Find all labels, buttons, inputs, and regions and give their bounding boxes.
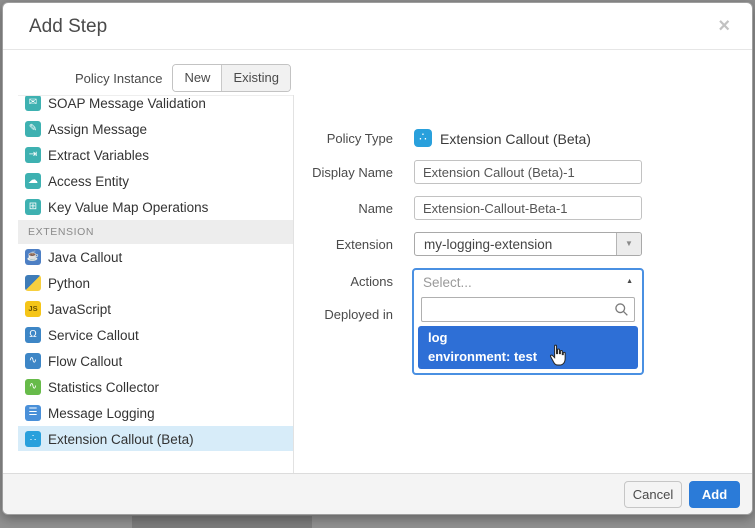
actions-dropdown: Select... ▲ logenvironment: test: [412, 268, 644, 375]
sidebar-item-label: Access Entity: [48, 174, 129, 189]
sidebar-item-label: Service Callout: [48, 328, 139, 343]
policy-instance-label: Policy Instance: [75, 71, 162, 86]
key-value-map-operations-icon: ⊞: [25, 199, 41, 215]
dialog-title: Add Step: [29, 16, 107, 38]
sidebar-item-label: Extract Variables: [48, 148, 149, 163]
sidebar-item-label: Assign Message: [48, 122, 147, 137]
sidebar-item-java-callout[interactable]: ☕ Java Callout: [18, 244, 293, 270]
sidebar-item-extension-callout-beta[interactable]: ∴ Extension Callout (Beta): [18, 426, 293, 451]
sidebar-item-label: Key Value Map Operations: [48, 200, 208, 215]
dialog-footer: Cancel Add: [3, 473, 752, 514]
add-step-dialog: Add Step × Policy Instance New Existing …: [2, 2, 753, 515]
message-logging-icon: ☰: [25, 405, 41, 421]
display-name-label: Display Name: [298, 165, 393, 180]
sidebar-item-javascript[interactable]: JS JavaScript: [18, 296, 293, 322]
sidebar-item-flow-callout[interactable]: ∿ Flow Callout: [18, 348, 293, 374]
sidebar-item-label: JavaScript: [48, 302, 111, 317]
flow-callout-icon: ∿: [25, 353, 41, 369]
extension-select-value: my-logging-extension: [424, 237, 552, 252]
actions-select-placeholder: Select...: [423, 275, 472, 290]
extension-select[interactable]: my-logging-extension ▼: [414, 232, 642, 256]
sidebar-item-label: Python: [48, 276, 90, 291]
policy-instance-row: Policy Instance New Existing: [75, 64, 291, 92]
sidebar-section-extension: EXTENSION: [18, 220, 293, 244]
panel-divider: [293, 95, 294, 477]
search-icon: [614, 302, 629, 317]
javascript-icon: JS: [25, 301, 41, 317]
policy-type-value: Extension Callout (Beta): [440, 131, 591, 147]
close-icon[interactable]: ×: [718, 13, 730, 39]
add-button[interactable]: Add: [689, 481, 740, 508]
display-name-input[interactable]: [414, 160, 642, 184]
sidebar-item-label: Flow Callout: [48, 354, 122, 369]
python-icon: [25, 275, 41, 291]
sidebar-item-assign-message[interactable]: ✎ Assign Message: [18, 116, 293, 142]
actions-search-input[interactable]: [421, 297, 635, 322]
sidebar-item-statistics-collector[interactable]: ∿ Statistics Collector: [18, 374, 293, 400]
sidebar-item-service-callout[interactable]: Ω Service Callout: [18, 322, 293, 348]
sidebar-item-key-value-map-operations[interactable]: ⊞ Key Value Map Operations: [18, 194, 293, 220]
extension-callout-icon: ∴: [414, 129, 432, 147]
actions-label: Actions: [298, 274, 393, 289]
soap-message-validation-icon: ✉: [25, 95, 41, 111]
deployed-in-label: Deployed in: [298, 307, 393, 322]
dialog-header: Add Step ×: [3, 3, 752, 50]
name-input[interactable]: [414, 196, 642, 220]
policy-type-list: ✉ SOAP Message Validation ✎ Assign Message ⇥…: [18, 95, 293, 451]
extension-callout-icon: ∴: [25, 431, 41, 447]
sidebar-item-message-logging[interactable]: ☰ Message Logging: [18, 400, 293, 426]
sidebar-item-soap-message-validation[interactable]: ✉ SOAP Message Validation: [18, 95, 293, 116]
name-label: Name: [298, 201, 393, 216]
policy-instance-new-button[interactable]: New: [173, 65, 221, 91]
sidebar-item-label: SOAP Message Validation: [48, 96, 206, 111]
java-callout-icon: ☕: [25, 249, 41, 265]
sidebar-item-label: Message Logging: [48, 406, 155, 421]
policy-instance-toggle: New Existing: [172, 64, 291, 92]
actions-option[interactable]: environment: test: [418, 347, 638, 366]
extract-variables-icon: ⇥: [25, 147, 41, 163]
sidebar-item-label: Extension Callout (Beta): [48, 432, 194, 447]
hand-cursor-icon: [546, 344, 569, 367]
policy-instance-existing-button[interactable]: Existing: [221, 65, 290, 91]
background-page-strip: [132, 516, 312, 528]
sidebar-item-access-entity[interactable]: ☁ Access Entity: [18, 168, 293, 194]
extension-label: Extension: [298, 237, 393, 252]
sidebar-item-label: Java Callout: [48, 250, 122, 265]
sidebar-item-extract-variables[interactable]: ⇥ Extract Variables: [18, 142, 293, 168]
actions-option[interactable]: log: [418, 328, 638, 347]
chevron-up-icon: ▲: [626, 278, 633, 285]
statistics-collector-icon: ∿: [25, 379, 41, 395]
assign-message-icon: ✎: [25, 121, 41, 137]
chevron-down-icon[interactable]: ▼: [616, 233, 641, 255]
service-callout-icon: Ω: [25, 327, 41, 343]
access-entity-icon: ☁: [25, 173, 41, 189]
actions-select[interactable]: Select... ▲: [414, 270, 642, 295]
actions-option-highlighted[interactable]: logenvironment: test: [418, 326, 638, 369]
policy-type-label: Policy Type: [298, 131, 393, 146]
sidebar-item-python[interactable]: Python: [18, 270, 293, 296]
cancel-button[interactable]: Cancel: [624, 481, 682, 508]
sidebar-item-label: Statistics Collector: [48, 380, 159, 395]
